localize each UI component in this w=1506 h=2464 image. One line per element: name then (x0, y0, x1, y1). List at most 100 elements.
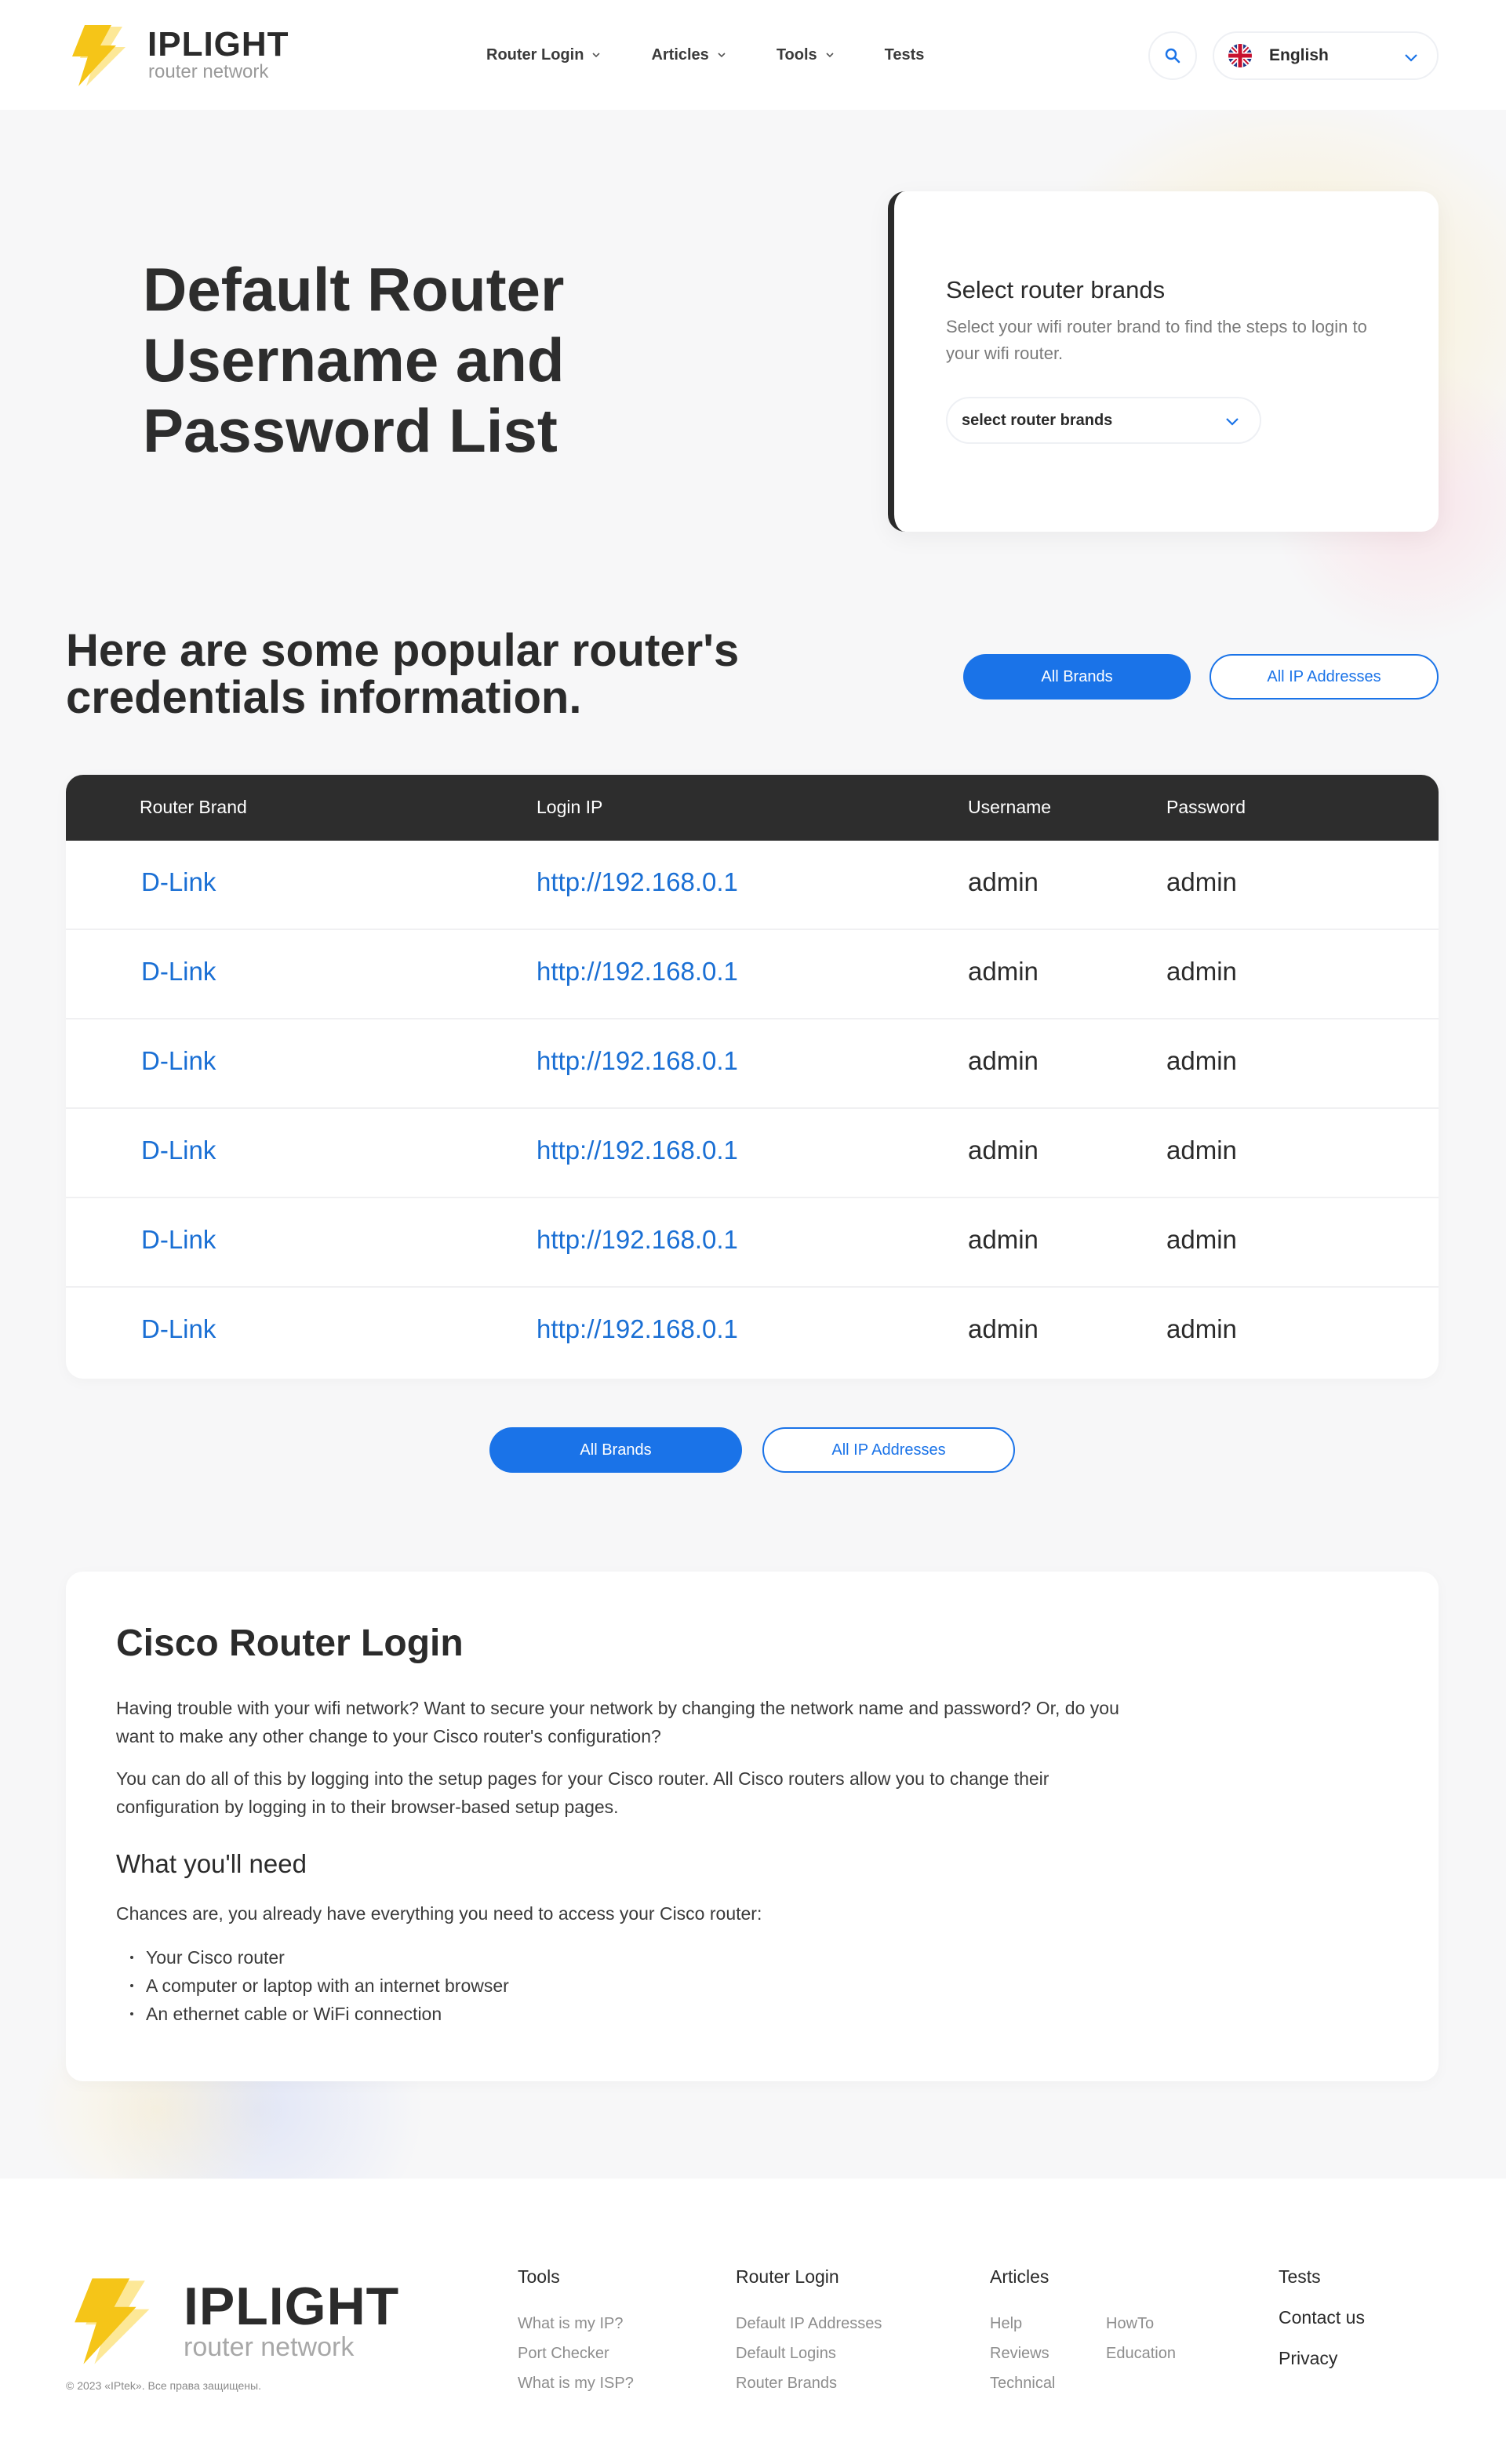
router-brand-card: Select router brands Select your wifi ro… (888, 191, 1439, 532)
password-cell: admin (1166, 1225, 1237, 1254)
footer-link[interactable]: Port Checker (518, 2345, 609, 2363)
all-brands-button-bottom[interactable]: All Brands (489, 1427, 742, 1473)
lightning-bolt-icon (72, 25, 126, 86)
footer-link[interactable]: HowTo (1106, 2315, 1154, 2333)
password-cell: admin (1166, 957, 1237, 986)
login-ip-link[interactable]: http://192.168.0.1 (537, 1314, 738, 1344)
footer-logo-subtitle: router network (184, 2332, 355, 2362)
footer-logo-title: IPLIGHT (184, 2277, 400, 2336)
search-icon (1165, 48, 1180, 64)
all-brands-button[interactable]: All Brands (963, 654, 1191, 700)
uk-flag-icon (1228, 44, 1252, 67)
router-brand-select[interactable]: select router brands (946, 397, 1261, 444)
footer-articles-title: Articles (990, 2266, 1049, 2287)
footer-logo[interactable]: IPLIGHT router network (66, 2276, 411, 2370)
site-footer: IPLIGHT router network © 2023 «IPtek». В… (0, 2179, 1506, 2464)
select-placeholder: select router brands (962, 411, 1113, 429)
credentials-table: Router Brand Login IP Username Password … (66, 775, 1439, 1379)
brand-link[interactable]: D-Link (141, 1136, 216, 1165)
footer-link[interactable]: Technical (990, 2375, 1055, 2393)
column-header: Username (968, 797, 1052, 817)
search-button[interactable] (1148, 31, 1197, 80)
site-logo[interactable]: IPLIGHT router network (66, 24, 317, 89)
footer-link-privacy[interactable]: Privacy (1279, 2348, 1337, 2369)
card-description: Select your wifi router brand to find th… (946, 317, 1367, 363)
table-row: D-Link http://192.168.0.1 admin admin (66, 1288, 1439, 1377)
username-cell: admin (968, 1136, 1039, 1165)
table-row: D-Link http://192.168.0.1 admin admin (66, 1019, 1439, 1109)
username-cell: admin (968, 1314, 1039, 1343)
nav-tests[interactable]: Tests (885, 42, 925, 67)
footer-link[interactable]: Help (990, 2315, 1022, 2333)
page-title: Default Router Username and Password Lis… (143, 255, 565, 465)
table-row: D-Link http://192.168.0.1 admin admin (66, 1198, 1439, 1288)
password-cell: admin (1166, 1046, 1237, 1075)
brand-link[interactable]: D-Link (141, 957, 216, 987)
password-cell: admin (1166, 1314, 1237, 1343)
table-row: D-Link http://192.168.0.1 admin admin (66, 841, 1439, 930)
chevron-down-icon (1226, 418, 1239, 426)
all-ip-addresses-button-bottom[interactable]: All IP Addresses (762, 1427, 1015, 1473)
column-header: Login IP (537, 797, 603, 817)
language-selector[interactable]: English (1213, 31, 1439, 80)
column-header: Password (1166, 797, 1246, 817)
article-subtitle: What you'll need (116, 1849, 307, 1878)
username-cell: admin (968, 1046, 1039, 1075)
nav-label: Articles (651, 45, 709, 64)
brand-link[interactable]: D-Link (141, 867, 216, 897)
footer-link-tests[interactable]: Tests (1279, 2266, 1321, 2288)
logo-subtitle: router network (148, 61, 269, 82)
table-header: Router Brand Login IP Username Password (66, 775, 1439, 841)
nav-label: Tests (884, 45, 925, 64)
login-ip-link[interactable]: http://192.168.0.1 (537, 867, 738, 897)
footer-link[interactable]: Default Logins (736, 2345, 836, 2363)
nav-label: Router Login (486, 45, 584, 64)
footer-link[interactable]: Reviews (990, 2345, 1049, 2363)
main-nav: Router Login Articles Tools Tests (486, 42, 974, 67)
lightning-bolt-icon (75, 2278, 150, 2364)
footer-link[interactable]: Router Brands (736, 2375, 837, 2393)
footer-link[interactable]: What is my IP? (518, 2315, 623, 2333)
brand-link[interactable]: D-Link (141, 1314, 216, 1344)
article-card: Cisco Router Login Having trouble with y… (66, 1572, 1439, 2081)
chevron-down-icon (826, 53, 834, 58)
logo-title: IPLIGHT (147, 25, 289, 64)
chevron-down-icon (592, 53, 601, 58)
login-ip-link[interactable]: http://192.168.0.1 (537, 957, 738, 987)
requirements-list: Your Cisco router A computer or laptop w… (127, 1943, 509, 2028)
brand-link[interactable]: D-Link (141, 1046, 216, 1076)
article-paragraph: Chances are, you already have everything… (116, 1903, 762, 1924)
footer-tools-title: Tools (518, 2266, 560, 2287)
nav-label: Tools (776, 45, 817, 64)
login-ip-link[interactable]: http://192.168.0.1 (537, 1136, 738, 1165)
article-title: Cisco Router Login (116, 1623, 464, 1664)
chevron-down-icon (1405, 54, 1417, 62)
table-row: D-Link http://192.168.0.1 admin admin (66, 930, 1439, 1019)
footer-link-contact[interactable]: Contact us (1279, 2307, 1365, 2328)
list-item: An ethernet cable or WiFi connection (127, 2000, 509, 2028)
footer-link[interactable]: Default IP Addresses (736, 2315, 882, 2333)
list-item: A computer or laptop with an internet br… (127, 1972, 509, 2000)
login-ip-link[interactable]: http://192.168.0.1 (537, 1225, 738, 1255)
brand-link[interactable]: D-Link (141, 1225, 216, 1255)
section-title: Here are some popular router's credentia… (66, 625, 740, 723)
password-cell: admin (1166, 1136, 1237, 1165)
site-header: IPLIGHT router network Router Login Arti… (0, 0, 1506, 110)
login-ip-link[interactable]: http://192.168.0.1 (537, 1046, 738, 1076)
footer-link[interactable]: What is my ISP? (518, 2375, 634, 2393)
card-title: Select router brands (946, 276, 1166, 303)
username-cell: admin (968, 867, 1039, 896)
nav-router-login[interactable]: Router Login (486, 42, 601, 67)
article-paragraph: Having trouble with your wifi network? W… (116, 1698, 1119, 1746)
footer-router-login-title: Router Login (736, 2266, 839, 2287)
article-paragraph: You can do all of this by logging into t… (116, 1768, 1049, 1817)
table-row: D-Link http://192.168.0.1 admin admin (66, 1109, 1439, 1198)
footer-link[interactable]: Education (1106, 2345, 1176, 2363)
nav-articles[interactable]: Articles (651, 42, 726, 67)
language-label: English (1269, 46, 1329, 64)
all-ip-addresses-button[interactable]: All IP Addresses (1210, 654, 1439, 700)
nav-tools[interactable]: Tools (777, 42, 835, 67)
password-cell: admin (1166, 867, 1237, 896)
chevron-down-icon (718, 53, 726, 58)
username-cell: admin (968, 1225, 1039, 1254)
